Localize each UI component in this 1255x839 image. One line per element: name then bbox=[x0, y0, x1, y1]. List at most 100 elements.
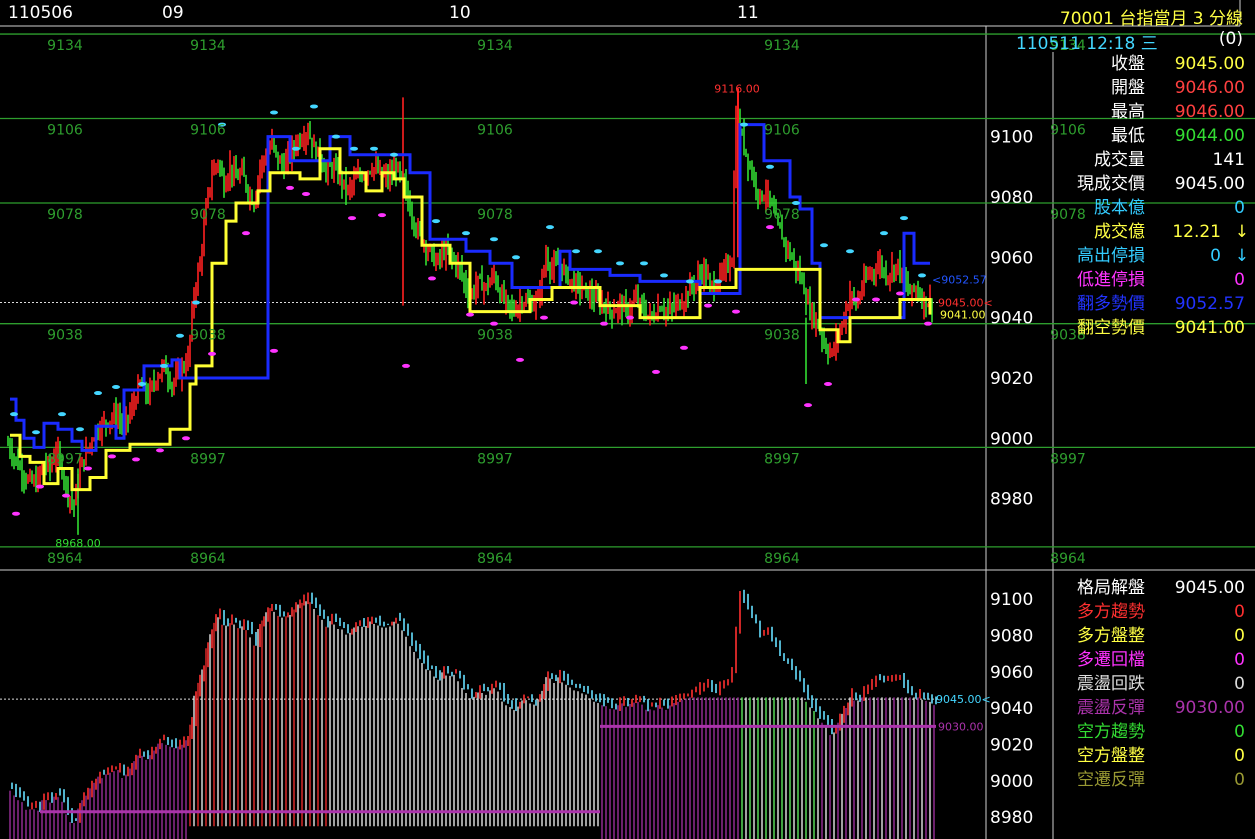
main-y-tick: 8980 bbox=[990, 490, 1033, 510]
high-stop-mark bbox=[310, 104, 318, 109]
info-row: 翻多勢價 9052.57 bbox=[1056, 292, 1255, 316]
low-stop-mark bbox=[732, 309, 740, 314]
main-y-tick: 9080 bbox=[990, 188, 1033, 208]
lower-y-tick: 9020 bbox=[990, 736, 1033, 756]
high-stop-mark bbox=[432, 219, 440, 224]
lower-y-tick: 9080 bbox=[990, 627, 1033, 647]
lower-rebound-label: 9030.00 bbox=[938, 720, 984, 733]
high-stop-mark bbox=[390, 152, 398, 157]
pattern-row: 震盪回跌 0 bbox=[1056, 672, 1255, 696]
high-stop-mark bbox=[462, 231, 470, 236]
main-y-tick: 9100 bbox=[990, 128, 1033, 148]
low-stop-mark bbox=[516, 357, 524, 362]
low-stop-mark bbox=[804, 403, 812, 408]
low-stop-mark bbox=[84, 466, 92, 471]
chart-title: 70001 台指當月 3 分線 bbox=[1059, 9, 1243, 29]
low-stop-mark bbox=[600, 321, 608, 326]
level-label: 9134 bbox=[190, 38, 226, 54]
pattern-label: 多遷回檔 bbox=[1077, 650, 1145, 670]
info-label: 股本億 bbox=[1094, 198, 1145, 218]
lower-y-tick: 9100 bbox=[990, 590, 1033, 610]
info-label: 最低 bbox=[1111, 126, 1145, 146]
low-stop-mark bbox=[348, 216, 356, 221]
info-value: 9045.00 bbox=[1174, 54, 1245, 74]
level-label: 9038 bbox=[477, 328, 513, 344]
high-stop-mark bbox=[370, 146, 378, 151]
level-label: 8964 bbox=[190, 551, 226, 567]
day-label-09: 09 bbox=[162, 3, 184, 23]
low-stop-mark bbox=[924, 321, 932, 326]
info-value: 9045.00 bbox=[1174, 174, 1245, 194]
info-value: 9052.57 bbox=[1174, 294, 1245, 314]
info-value: 141 bbox=[1212, 150, 1245, 170]
start-date: 110506 bbox=[8, 3, 73, 23]
low-stop-mark bbox=[540, 315, 548, 320]
pattern-row: 空方趨勢 0 bbox=[1056, 720, 1255, 744]
info-label: 收盤 bbox=[1111, 54, 1145, 74]
low-stop-mark bbox=[156, 448, 164, 453]
pattern-label: 空方趨勢 bbox=[1077, 722, 1145, 742]
low-stop-mark bbox=[242, 231, 250, 236]
level-label: 8997 bbox=[190, 451, 226, 467]
pattern-value: 0 bbox=[1234, 722, 1245, 742]
high-stop-mark bbox=[10, 412, 18, 417]
pattern-row: 多方趨勢 0 bbox=[1056, 600, 1255, 624]
low-stop-mark bbox=[852, 297, 860, 302]
level-label: 8997 bbox=[477, 451, 513, 467]
pattern-row: 格局解盤 9045.00 bbox=[1056, 576, 1255, 600]
low-price-label: 8968.00 bbox=[55, 537, 101, 550]
low-stop-mark bbox=[108, 454, 116, 459]
info-value: 0 bbox=[1234, 198, 1245, 218]
long-turn-label: <9052.57 bbox=[932, 274, 987, 287]
info-value: 9044.00 bbox=[1174, 126, 1245, 146]
low-stop-mark bbox=[766, 225, 774, 230]
pattern-value: 0 bbox=[1234, 602, 1245, 622]
info-label: 最高 bbox=[1111, 102, 1145, 122]
level-label: 8964 bbox=[47, 551, 83, 567]
low-stop-mark bbox=[570, 300, 578, 305]
main-y-tick: 9000 bbox=[990, 429, 1033, 449]
low-stop-mark bbox=[872, 297, 880, 302]
pattern-row: 空方盤整 0 bbox=[1056, 744, 1255, 768]
lower-y-tick: 9000 bbox=[990, 772, 1033, 792]
high-stop-mark bbox=[714, 279, 722, 284]
lower-y-tick: 8980 bbox=[990, 808, 1033, 828]
info-value: 9046.00 bbox=[1174, 102, 1245, 122]
lower-y-tick: 9060 bbox=[990, 663, 1033, 683]
high-stop-mark bbox=[350, 146, 358, 151]
high-stop-mark bbox=[740, 122, 748, 127]
close-label: 9045.00< bbox=[938, 297, 993, 310]
pattern-label: 震盪回跌 bbox=[1077, 674, 1145, 694]
info-panel: 收盤 9045.00 開盤 9046.00 最高 9046.00 最低 9044.00 成交量 1… bbox=[1056, 52, 1255, 352]
level-label: 8964 bbox=[1050, 551, 1086, 567]
high-stop-mark bbox=[58, 412, 66, 417]
level-label: 8964 bbox=[477, 551, 513, 567]
level-label: 9134 bbox=[47, 38, 83, 54]
level-label: 9038 bbox=[764, 328, 800, 344]
level-label: 8997 bbox=[764, 451, 800, 467]
level-label: 9038 bbox=[190, 328, 226, 344]
pattern-value: 0 bbox=[1234, 650, 1245, 670]
info-row: 高出停損 0 ↓ bbox=[1056, 244, 1255, 268]
level-label: 8997 bbox=[47, 451, 83, 467]
high-stop-mark bbox=[640, 261, 648, 266]
pattern-panel: 格局解盤 9045.00 多方趨勢 0 多方盤整 0 多遷回檔 0 震盪回跌 0 震盪反彈 9030.… bbox=[1056, 576, 1255, 806]
info-label: 現成交價 bbox=[1077, 174, 1145, 194]
level-label: 9134 bbox=[764, 38, 800, 54]
count: (0) bbox=[1218, 29, 1243, 49]
high-stop-mark bbox=[546, 225, 554, 230]
pattern-value: 0 bbox=[1234, 770, 1245, 790]
high-stop-mark bbox=[820, 243, 828, 248]
level-label: 9078 bbox=[477, 207, 513, 223]
pattern-label: 格局解盤 bbox=[1077, 578, 1145, 598]
main-y-tick: 9020 bbox=[990, 369, 1033, 389]
high-price-label: 9116.00 bbox=[714, 82, 760, 95]
low-stop-mark bbox=[704, 303, 712, 308]
datetime: 110511 12:18 三 bbox=[1016, 34, 1158, 54]
pattern-value: 9045.00 bbox=[1174, 578, 1245, 598]
low-stop-mark bbox=[208, 351, 216, 356]
down-arrow-icon: ↓ bbox=[1234, 246, 1249, 266]
high-stop-mark bbox=[76, 427, 84, 432]
level-label: 8964 bbox=[764, 551, 800, 567]
short-turn-label: 9041.00 bbox=[940, 309, 986, 322]
